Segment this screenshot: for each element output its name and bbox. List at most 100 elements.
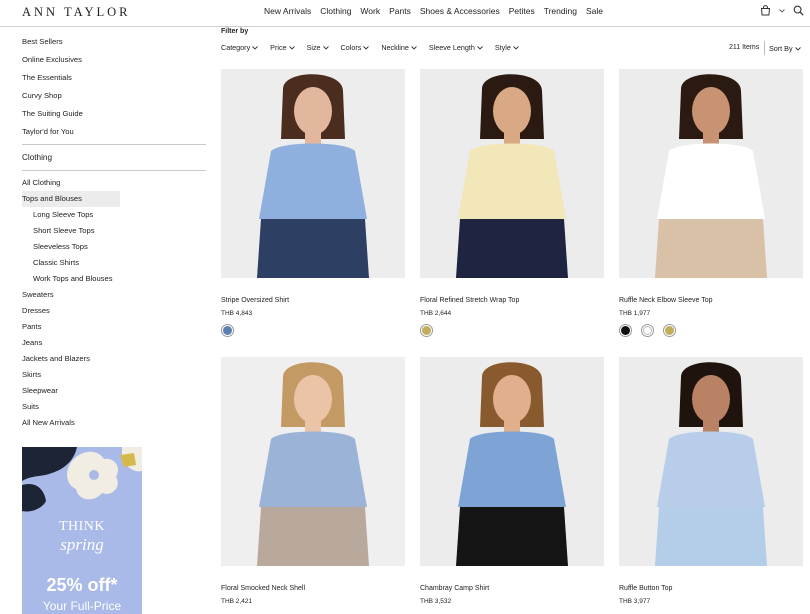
color-swatch[interactable] <box>619 324 632 337</box>
filter-label: Price <box>270 43 287 52</box>
sidebar-category-item[interactable]: All New Arrivals <box>22 415 206 431</box>
sidebar-category-item[interactable]: Work Tops and Blouses <box>22 271 206 287</box>
sidebar-category-item[interactable]: Sleeveless Tops <box>22 239 206 255</box>
sidebar-divider <box>22 144 206 145</box>
chevron-down-icon[interactable] <box>779 8 785 13</box>
nav-new-arrivals[interactable]: New Arrivals <box>264 6 311 16</box>
sidebar-category-item[interactable]: Dresses <box>22 303 206 319</box>
sidebar-link-the-essentials[interactable]: The Essentials <box>22 69 206 87</box>
product-card[interactable]: Ruffle Button Top THB 3,977 <box>619 357 803 605</box>
filter-label: Category <box>221 43 251 52</box>
sort-by-label: Sort By <box>769 43 793 53</box>
product-image[interactable] <box>420 69 604 278</box>
product-card[interactable]: Ruffle Neck Elbow Sleeve Top THB 1,977 <box>619 69 803 337</box>
product-name[interactable]: Ruffle Neck Elbow Sleeve Top <box>619 297 713 304</box>
product-name[interactable]: Stripe Oversized Shirt <box>221 297 289 304</box>
sidebar: Best Sellers Online Exclusives The Essen… <box>22 33 206 431</box>
product-name[interactable]: Chambray Camp Shirt <box>420 585 489 592</box>
chevron-down-icon <box>794 44 801 53</box>
floral-graphic <box>22 447 142 512</box>
product-name[interactable]: Floral Refined Stretch Wrap Top <box>420 297 519 304</box>
product-image[interactable] <box>619 69 803 278</box>
product-image[interactable] <box>619 357 803 566</box>
sidebar-category-item[interactable]: Jeans <box>22 335 206 351</box>
product-name[interactable]: Floral Smocked Neck Shell <box>221 585 305 592</box>
filter-sleeve-length[interactable]: Sleeve Length <box>429 43 483 52</box>
sidebar-link-best-sellers[interactable]: Best Sellers <box>22 33 206 51</box>
chevron-down-icon <box>477 43 483 52</box>
sidebar-category-item[interactable]: Skirts <box>22 367 206 383</box>
filter-size[interactable]: Size <box>307 43 329 52</box>
sidebar-category-item[interactable]: Sweaters <box>22 287 206 303</box>
sidebar-link-taylord-for-you[interactable]: Taylor'd for You <box>22 123 206 141</box>
swatch-color-dot <box>665 326 674 335</box>
color-swatch[interactable] <box>420 324 433 337</box>
sidebar-category-item[interactable]: Long Sleeve Tops <box>22 207 206 223</box>
chevron-down-icon <box>288 43 295 52</box>
sort-by-dropdown[interactable]: Sort By <box>764 41 801 55</box>
product-card[interactable]: Floral Refined Stretch Wrap Top THB 2,644 <box>420 69 604 337</box>
filter-bar: Category Price Size Colors Neckline Slee… <box>221 43 531 52</box>
nav-petites[interactable]: Petites <box>509 6 535 16</box>
shopping-bag-icon[interactable] <box>760 5 771 16</box>
color-swatch[interactable] <box>641 324 654 337</box>
color-swatch[interactable] <box>221 324 234 337</box>
sidebar-link-online-exclusives[interactable]: Online Exclusives <box>22 51 206 69</box>
chevron-down-icon <box>322 43 329 52</box>
filter-category[interactable]: Category <box>221 43 258 52</box>
sidebar-category-item[interactable]: Tops and Blouses <box>22 191 120 207</box>
color-swatches <box>619 324 676 337</box>
product-price: THB 3,532 <box>420 598 452 605</box>
nav-pants[interactable]: Pants <box>389 6 411 16</box>
nav-sale[interactable]: Sale <box>586 6 603 16</box>
sidebar-category-item[interactable]: All Clothing <box>22 175 206 191</box>
filter-price[interactable]: Price <box>270 43 295 52</box>
product-card[interactable]: Floral Smocked Neck Shell THB 2,421 <box>221 357 405 605</box>
sidebar-category-item[interactable]: Suits <box>22 399 206 415</box>
promo-banner[interactable]: THINK spring 25% off* Your Full-Price <box>22 447 142 614</box>
promo-discount-text: 25% off* <box>46 575 118 595</box>
product-price: THB 2,421 <box>221 598 253 605</box>
brand-logo[interactable]: ANN TAYLOR <box>22 5 131 20</box>
sidebar-category-item[interactable]: Pants <box>22 319 206 335</box>
nav-clothing[interactable]: Clothing <box>320 6 351 16</box>
filter-label: Neckline <box>381 43 409 52</box>
nav-trending[interactable]: Trending <box>544 6 577 16</box>
sidebar-divider <box>22 170 206 171</box>
promo-full-price-text: Your Full-Price <box>42 599 122 613</box>
product-price: THB 3,977 <box>619 598 651 605</box>
swatch-color-dot <box>621 326 630 335</box>
product-price: THB 2,644 <box>420 310 452 317</box>
chevron-down-icon <box>363 43 370 52</box>
search-icon[interactable] <box>793 5 804 16</box>
filter-label: Sleeve Length <box>428 43 475 52</box>
sidebar-category-item[interactable]: Short Sleeve Tops <box>22 223 206 239</box>
product-card[interactable]: Chambray Camp Shirt THB 3,532 <box>420 357 604 605</box>
product-image[interactable] <box>221 69 405 278</box>
sidebar-heading-clothing[interactable]: Clothing <box>22 149 206 167</box>
nav-shoes-accessories[interactable]: Shoes & Accessories <box>420 6 500 16</box>
filter-style[interactable]: Style <box>495 43 519 52</box>
product-name[interactable]: Ruffle Button Top <box>619 585 672 592</box>
chevron-down-icon <box>411 43 417 52</box>
product-card[interactable]: Stripe Oversized Shirt THB 4,843 <box>221 69 405 337</box>
category-list: All Clothing Tops and Blouses Long Sleeve … <box>22 175 206 431</box>
product-price: THB 4,843 <box>221 310 253 317</box>
site-header: ANN TAYLOR New Arrivals Clothing Work Pa… <box>0 0 810 27</box>
sidebar-link-curvy-shop[interactable]: Curvy Shop <box>22 87 206 105</box>
nav-work[interactable]: Work <box>360 6 380 16</box>
sidebar-link-suiting-guide[interactable]: The Suiting Guide <box>22 105 206 123</box>
color-swatch[interactable] <box>663 324 676 337</box>
header-icons <box>760 5 804 16</box>
sidebar-category-item[interactable]: Classic Shirts <box>22 255 206 271</box>
promo-spring-text: spring <box>60 535 104 554</box>
swatch-color-dot <box>422 326 431 335</box>
product-price: THB 1,977 <box>619 310 651 317</box>
sidebar-category-item[interactable]: Sleepwear <box>22 383 206 399</box>
filter-colors[interactable]: Colors <box>341 43 370 52</box>
product-image[interactable] <box>221 357 405 566</box>
sidebar-category-item[interactable]: Jackets and Blazers <box>22 351 206 367</box>
product-image[interactable] <box>420 357 604 566</box>
filter-neckline[interactable]: Neckline <box>381 43 417 52</box>
color-swatches <box>420 324 433 337</box>
